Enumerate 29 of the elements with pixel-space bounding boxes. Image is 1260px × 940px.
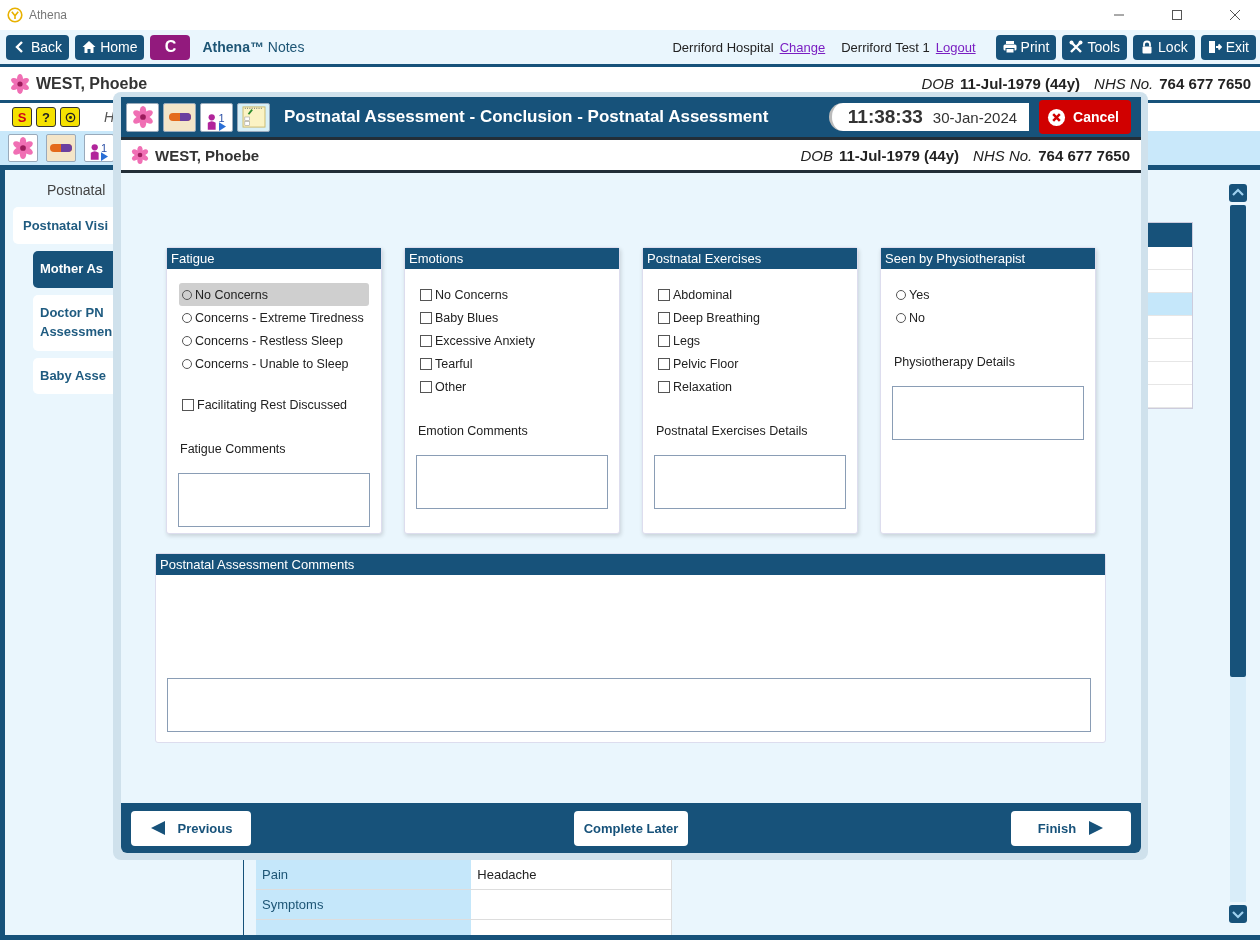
- app-name: Athena™ Notes: [202, 39, 305, 55]
- table-cell: Symptoms: [256, 890, 472, 919]
- dob-value: 11-Jul-1979 (44y): [838, 146, 960, 164]
- field-label: Postnatal Exercises Details: [655, 424, 809, 438]
- section-title: Postnatal Exercises: [643, 248, 857, 269]
- dob-label: DOB: [800, 146, 833, 164]
- field-label: Emotion Comments: [417, 424, 529, 438]
- section-heading: Postnatal: [46, 182, 107, 198]
- location-text: Derriford Hospital: [672, 39, 774, 55]
- section-title: Emotions: [405, 248, 619, 269]
- nhs-label: NHS No.: [1094, 75, 1154, 92]
- dob-value: 11-Jul-1979 (44y): [959, 75, 1081, 92]
- section-title: Fatigue: [167, 248, 381, 269]
- nhs-label: NHS No.: [973, 146, 1033, 164]
- dob-label: DOB: [921, 75, 954, 92]
- nhs-value: 764 677 7650: [1038, 146, 1130, 164]
- field-label: Fatigue Comments: [179, 442, 287, 456]
- section-title: Postnatal Assessment Comments: [156, 554, 1105, 575]
- patient-name: WEST, Phoebe: [155, 146, 260, 164]
- table-cell: Headache: [471, 860, 672, 889]
- window-title: Athena: [29, 8, 68, 22]
- patient-name: WEST, Phoebe: [36, 74, 148, 93]
- time-display: 11:38:33 30-Jan-2024: [828, 103, 1030, 131]
- section-title: Seen by Physiotherapist: [881, 248, 1095, 269]
- table-cell: Pain: [256, 860, 472, 889]
- user-text: Derriford Test 1: [841, 39, 930, 55]
- nhs-value: 764 677 7650: [1159, 75, 1251, 92]
- field-label: Physiotherapy Details: [893, 355, 1016, 369]
- dialog-title: Postnatal Assessment - Conclusion - Postnatal Assessment: [284, 107, 769, 127]
